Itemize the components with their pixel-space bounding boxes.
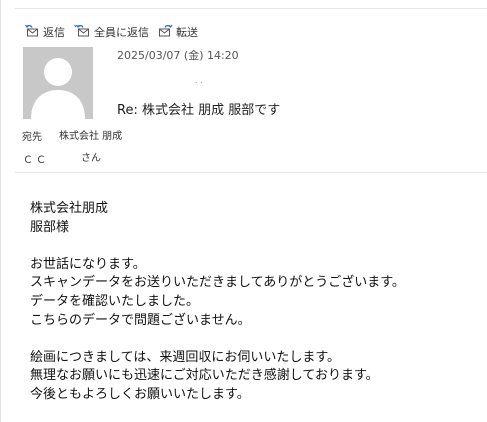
message-toolbar: 返信 全員に返信 転送 [24,23,207,41]
message-date: 2025/03/07 (金) 14:20 [117,49,239,62]
forward-label: 転送 [176,26,198,39]
greeting-company: 株式会社朋成 [30,201,109,216]
reply-all-icon [74,24,94,40]
reply-all-label: 全員に返信 [94,26,149,39]
reply-icon [24,24,43,40]
reply-button[interactable]: 返信 [24,24,65,40]
body-line: 今後ともよろしくお願いいたします。 [30,386,250,402]
top-divider [15,8,487,9]
forward-icon [158,24,176,40]
body-line: こちらのデータで問題ございません。 [30,312,251,328]
sender-avatar [23,47,93,119]
body-line: スキャンデータをお送りいただきましてありがとうございます。 [30,275,405,291]
reply-label: 返信 [43,26,65,39]
recipient-suffix: さん [81,153,101,164]
cc-label: ＣＣ [23,155,49,166]
message-pane: 返信 全員に返信 転送 2025/03/07 (金) 14:20 . . Re:… [0,0,487,422]
body-line: お世話になります。 [30,256,146,272]
to-label: 宛先 [22,132,42,143]
body-line: 絵画につきましては、来週回収にお伺いいたします。 [30,349,341,365]
header-divider [15,172,487,173]
message-subject: Re: 株式会社 朋成 服部です [117,103,281,118]
message-body: 株式会社朋成 服部様 お世話になります。 スキャンデータをお送りいただきましてあ… [30,200,405,405]
sender-address-fragment: . . [195,76,203,85]
body-line: 無理なお願いにも迅速にご対応いただき感謝しております。 [30,368,379,384]
greeting-name: 服部様 [30,219,70,235]
person-silhouette-icon [31,58,85,119]
body-line: データを確認いたしました。 [30,293,200,309]
to-recipient[interactable]: 株式会社 朋成 [59,127,122,142]
forward-button[interactable]: 転送 [158,24,198,40]
reply-all-button[interactable]: 全員に返信 [74,24,149,40]
